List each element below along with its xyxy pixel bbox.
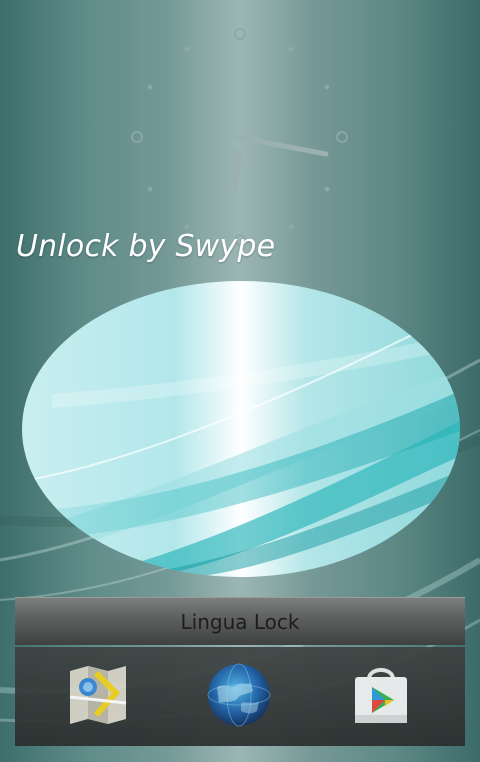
- unlock-prompt: Unlock by Swype: [16, 229, 276, 264]
- maps-icon: [69, 666, 127, 724]
- browser-app-button[interactable]: [207, 663, 271, 727]
- clock-marker-9: [131, 131, 143, 143]
- clock-marker-12: [234, 28, 246, 40]
- app-title: Lingua Lock: [180, 609, 300, 634]
- swipe-unlock-area[interactable]: [22, 281, 460, 577]
- app-dock: [15, 647, 465, 746]
- clock-minute-hand: [233, 134, 329, 157]
- clock-marker-3: [336, 131, 348, 143]
- analog-clock: [131, 28, 348, 246]
- play-store-app-button[interactable]: [349, 663, 413, 727]
- maps-app-button[interactable]: [66, 663, 130, 727]
- app-title-bar: Lingua Lock: [15, 597, 465, 645]
- browser-globe-icon: [207, 663, 271, 727]
- clock-hour-hand: [228, 149, 243, 191]
- play-store-icon: [355, 668, 407, 723]
